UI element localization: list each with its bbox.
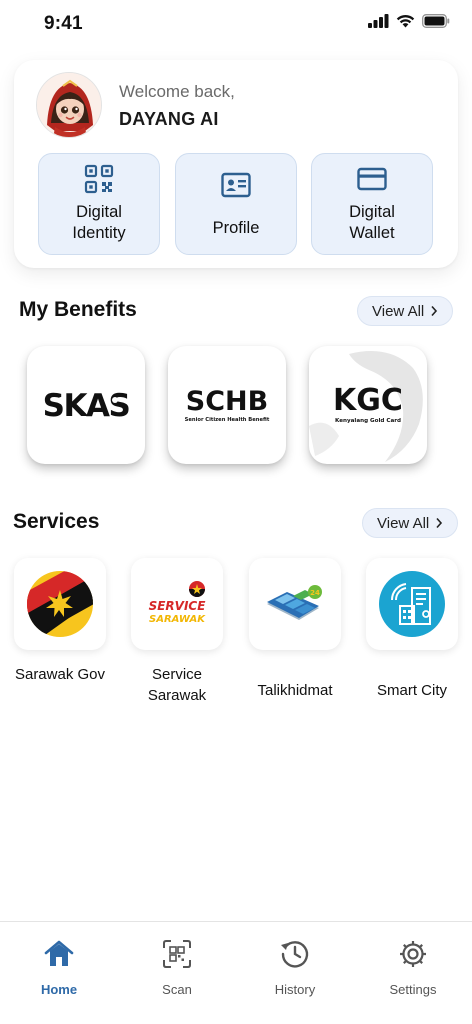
nav-settings-label: Settings bbox=[389, 982, 437, 997]
welcome-greeting: Welcome back, bbox=[119, 82, 235, 101]
skas-logo: SKAS bbox=[43, 388, 131, 424]
profile-label: Profile bbox=[212, 218, 260, 237]
services-view-all-label: View All bbox=[377, 514, 430, 532]
benefits-view-all-button[interactable]: View All bbox=[357, 296, 454, 326]
status-time: 9:41 bbox=[44, 13, 83, 34]
schb-logo-text: SCHB bbox=[186, 386, 268, 417]
benefit-card-skas[interactable]: SKAS bbox=[27, 346, 145, 464]
service-tile bbox=[14, 558, 106, 650]
smart-city-icon bbox=[379, 571, 445, 637]
digital-wallet-label: Digital Wallet bbox=[349, 203, 395, 242]
history-icon bbox=[281, 941, 309, 968]
talikhidmat-label: Talikhidmat bbox=[257, 682, 333, 699]
benefit-card-schb[interactable]: SCHB Senior Citizen Health Benefit bbox=[168, 346, 286, 464]
welcome-card: Welcome back, DAYANG AI Digital Identity… bbox=[14, 60, 458, 268]
home-icon bbox=[44, 940, 74, 966]
scan-icon bbox=[163, 940, 191, 968]
chevron-right-icon bbox=[436, 517, 443, 529]
service-tile: SERVICE SARAWAK bbox=[131, 558, 223, 650]
gear-icon bbox=[400, 941, 426, 967]
quick-actions: Digital Identity Profile Digital Wallet bbox=[38, 153, 434, 255]
service-sarawak-gov[interactable]: Sarawak Gov bbox=[14, 558, 106, 685]
user-name: DAYANG AI bbox=[119, 109, 219, 129]
smart-city-label: Smart City bbox=[376, 682, 447, 699]
benefit-card-kgc[interactable]: KGC Kenyalang Gold Card bbox=[309, 346, 427, 464]
id-card-icon bbox=[221, 172, 251, 197]
status-icons bbox=[368, 14, 450, 28]
schb-subtitle: Senior Citizen Health Benefit bbox=[185, 417, 270, 423]
service-sarawak-label: Service Sarawak bbox=[147, 666, 207, 704]
digital-wallet-button[interactable]: Digital Wallet bbox=[311, 153, 433, 255]
nav-settings[interactable]: Settings bbox=[373, 938, 453, 997]
nav-history-label: History bbox=[274, 982, 316, 997]
nav-scan[interactable]: Scan bbox=[137, 938, 217, 997]
service-smart-city[interactable]: Smart City bbox=[366, 558, 458, 701]
digital-identity-label: Digital Identity bbox=[72, 203, 126, 242]
home-screen: 9:41 Welcome back, DAYANG AI Digital Ide… bbox=[0, 0, 472, 1024]
svg-text:24: 24 bbox=[310, 589, 320, 597]
card-icon bbox=[357, 167, 387, 191]
service-tile: 24 bbox=[249, 558, 341, 650]
sarawak-flag-icon bbox=[27, 571, 93, 637]
nav-history[interactable]: History bbox=[255, 938, 335, 997]
talikhidmat-logo: 24 bbox=[267, 585, 322, 620]
services-title: Services bbox=[13, 510, 100, 533]
kgc-logo-text: KGC bbox=[333, 383, 403, 418]
services-view-all-button[interactable]: View All bbox=[362, 508, 459, 538]
kgc-logo: KGC Kenyalang Gold Card bbox=[309, 351, 423, 462]
status-bar: 9:41 bbox=[0, 0, 472, 48]
skas-logo-text: SKAS bbox=[43, 388, 130, 424]
bottom-nav: Home Scan History Settings bbox=[0, 921, 472, 1024]
avatar[interactable] bbox=[36, 72, 102, 138]
signal-icon bbox=[368, 14, 389, 28]
benefits-title: My Benefits bbox=[19, 298, 137, 321]
nav-scan-label: Scan bbox=[162, 982, 192, 997]
nav-home-label: Home bbox=[40, 982, 78, 997]
kgc-subtitle: Kenyalang Gold Card bbox=[335, 418, 401, 424]
service-sarawak-logo: SERVICE SARAWAK bbox=[149, 581, 207, 625]
service-talikhidmat[interactable]: 24 Talikhidmat bbox=[249, 558, 341, 701]
service-sarawak-line1: SERVICE bbox=[149, 599, 207, 613]
service-sarawak-line2: SARAWAK bbox=[149, 614, 206, 625]
digital-identity-button[interactable]: Digital Identity bbox=[38, 153, 160, 255]
schb-logo: SCHB Senior Citizen Health Benefit bbox=[185, 386, 270, 423]
benefits-view-all-label: View All bbox=[372, 302, 425, 320]
profile-button[interactable]: Profile bbox=[175, 153, 297, 255]
sarawak-gov-label: Sarawak Gov bbox=[14, 666, 106, 683]
wifi-icon bbox=[396, 14, 415, 28]
service-tile bbox=[366, 558, 458, 650]
battery-icon bbox=[422, 14, 450, 28]
service-service-sarawak[interactable]: SERVICE SARAWAK Service Sarawak bbox=[131, 558, 223, 706]
chevron-right-icon bbox=[431, 305, 438, 317]
avatar-illustration bbox=[37, 73, 101, 137]
nav-home[interactable]: Home bbox=[19, 938, 99, 997]
qr-code-icon bbox=[84, 164, 114, 194]
